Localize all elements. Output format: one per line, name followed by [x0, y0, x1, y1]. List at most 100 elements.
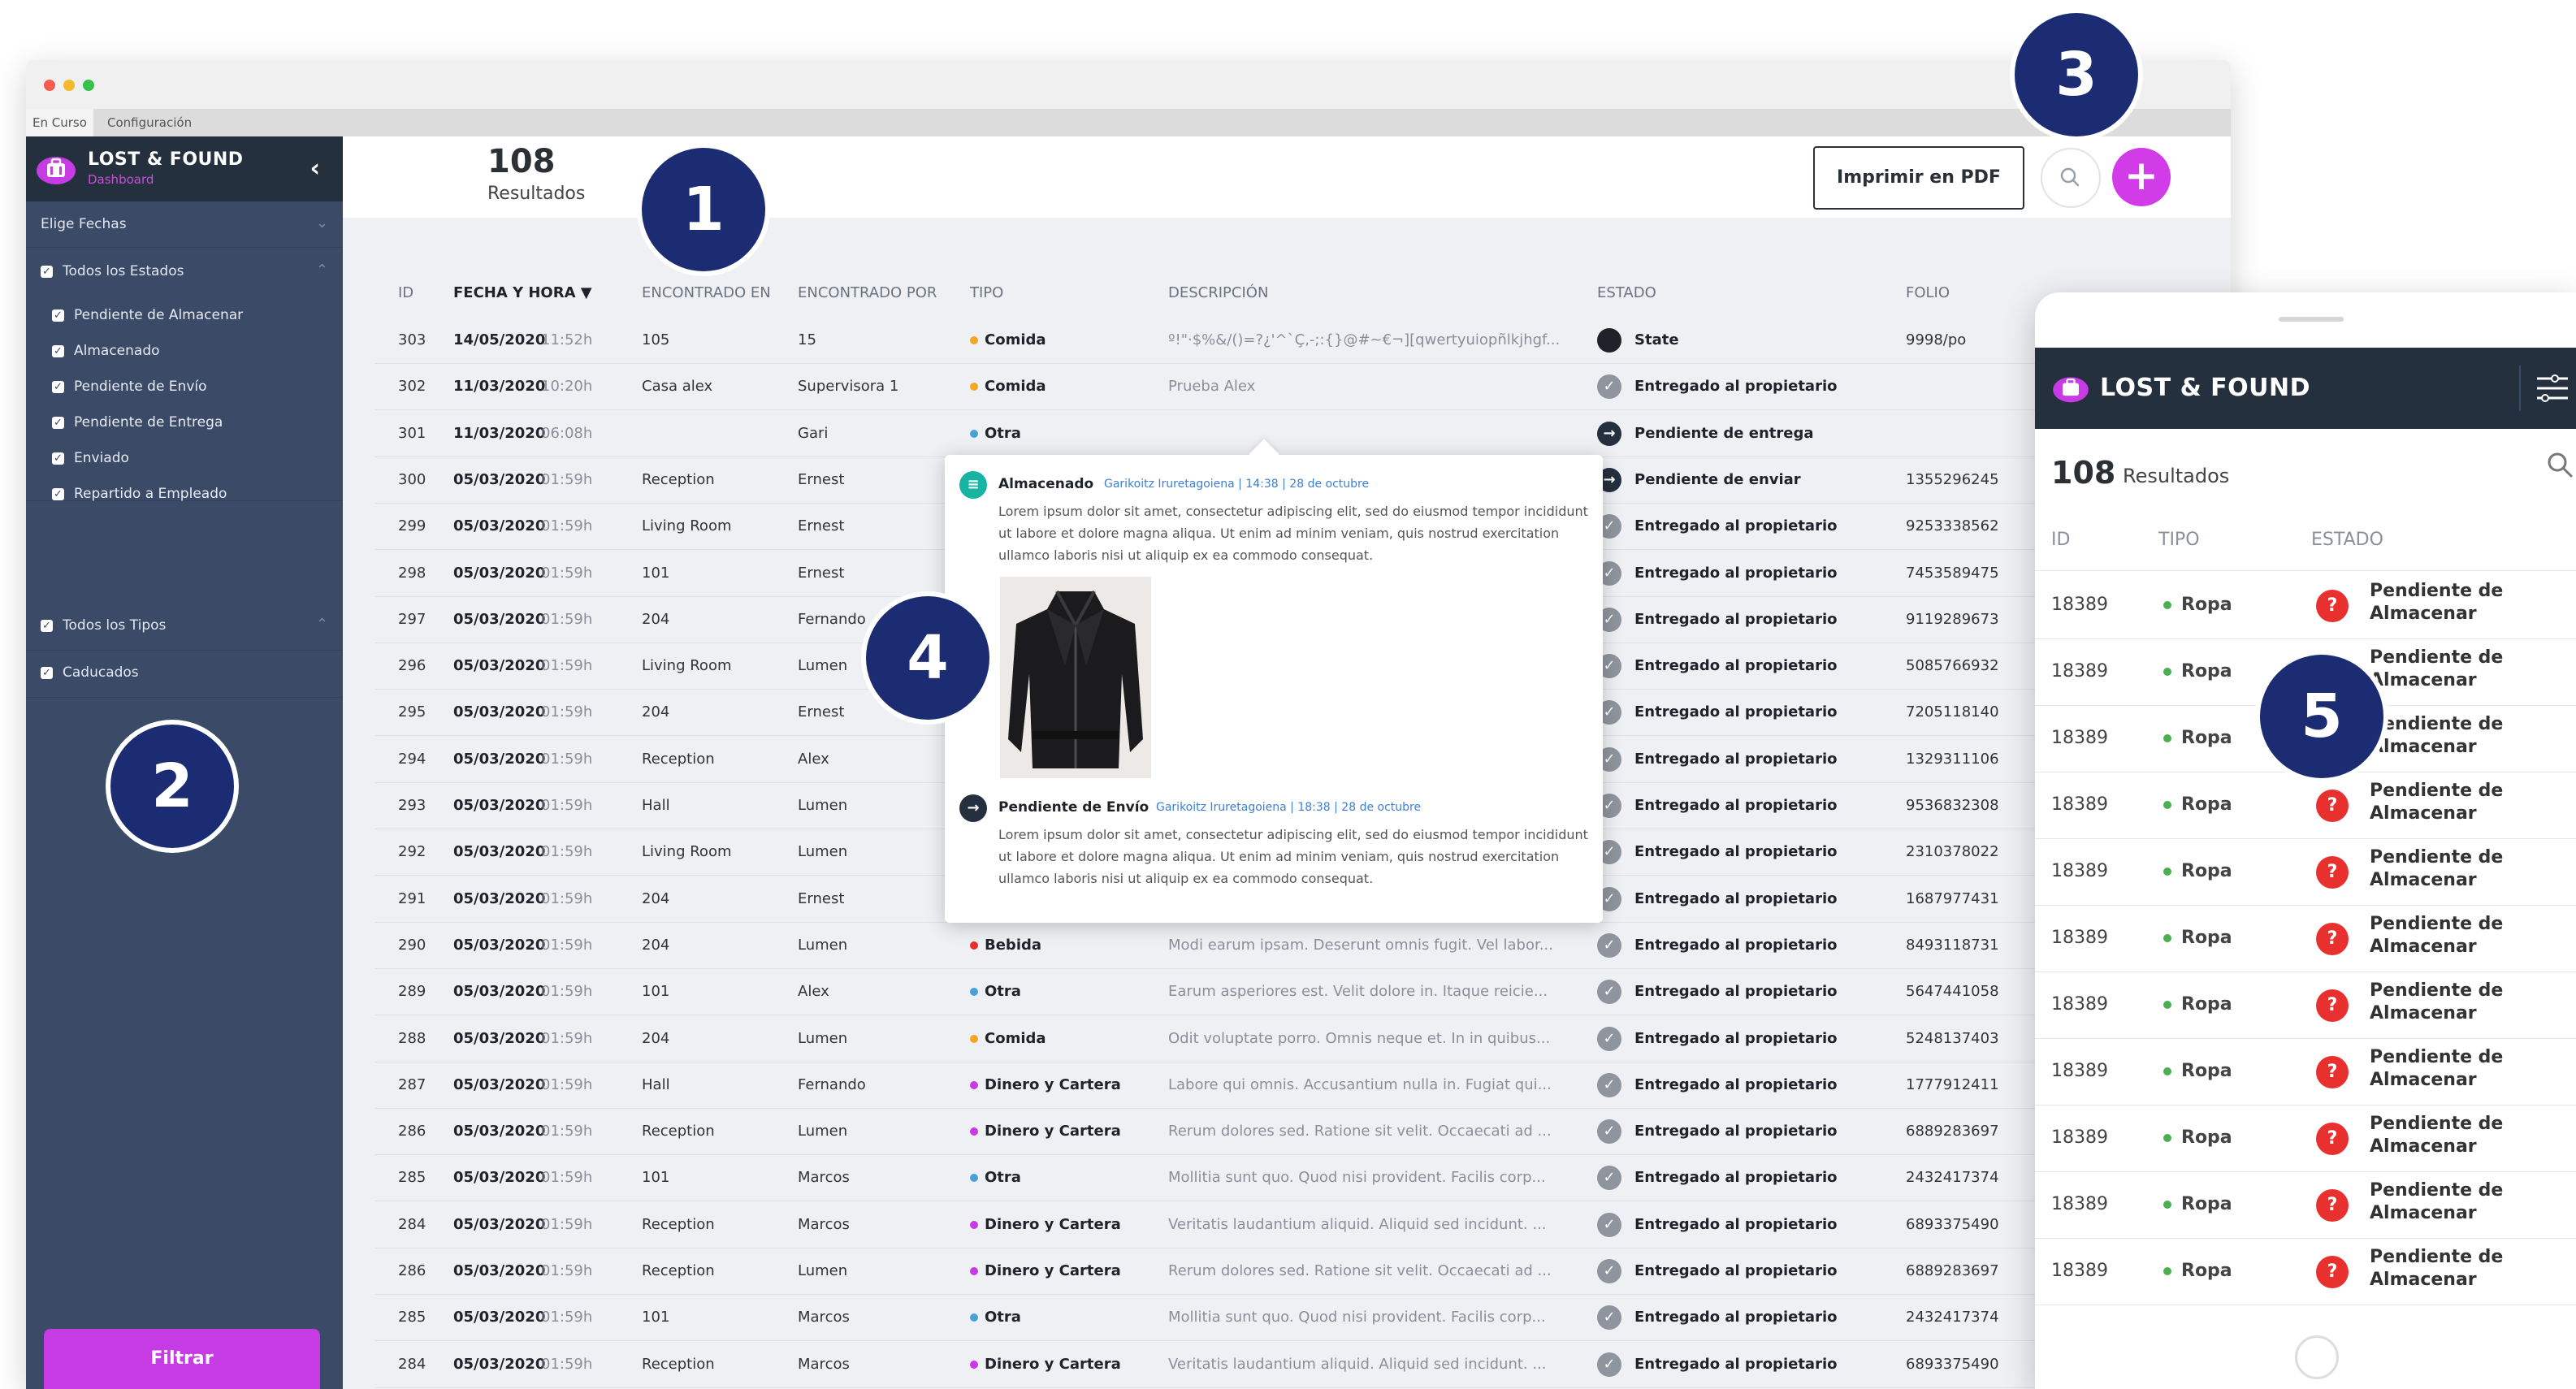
mobile-list-item[interactable]: 18389 Ropa? Pendiente de Almacenar — [2035, 905, 2576, 972]
state-option[interactable]: ✓ Pendiente de Envío — [52, 379, 207, 395]
cell-found-by: Fernando — [798, 1075, 866, 1093]
dates-filter[interactable]: Elige Fechas ⌄ — [26, 201, 343, 248]
table-row[interactable]: 288 05/03/2020 01:59h 204 Lumen Comida Odit vo… — [375, 1015, 2231, 1062]
state-option[interactable]: ✓ Enviado — [52, 450, 129, 466]
states-all-checkbox[interactable]: ✓ Todos los Estados — [41, 263, 184, 279]
table-row[interactable]: 287 05/03/2020 01:59h Hall Fernando Dinero y … — [375, 1062, 2231, 1109]
state-option[interactable]: ✓ Repartido a Empleado — [52, 486, 227, 502]
mobile-cell-type: Ropa — [2181, 928, 2232, 948]
column-header-id[interactable]: ID — [398, 284, 413, 301]
mobile-column-id[interactable]: ID — [2051, 530, 2070, 550]
cell-description: Prueba Alex — [1168, 378, 1256, 396]
table-row[interactable]: 286 05/03/2020 01:59h Reception Lumen Dinero … — [375, 1248, 2231, 1295]
close-window-button[interactable] — [44, 80, 55, 91]
table-row[interactable]: 285 05/03/2020 01:59h 101 Marcos Otra Mollitia… — [375, 1154, 2231, 1202]
cell-date: 11/03/2020 — [453, 378, 546, 396]
cell-folio: 6893375490 — [1906, 1215, 1999, 1233]
column-header-date[interactable]: FECHA Y HORA ▼ — [453, 284, 592, 301]
mobile-header: LOST & FOUND — [2035, 348, 2576, 429]
cell-id: 286 — [398, 1262, 426, 1279]
question-circle-icon: ? — [2316, 590, 2349, 622]
mobile-list-item[interactable]: 18389 Ropa? Pendiente de Almacenar — [2035, 1171, 2576, 1239]
chevron-up-icon[interactable]: ⌃ — [316, 616, 328, 633]
column-header-folio[interactable]: FOLIO — [1906, 284, 1950, 301]
state-option[interactable]: ✓ Pendiente de Almacenar — [52, 307, 243, 323]
column-header-state[interactable]: ESTADO — [1597, 284, 1656, 301]
filter-sliders-icon[interactable] — [2519, 366, 2568, 411]
mobile-list-item[interactable]: 18389 Ropa? Pendiente de Almacenar — [2035, 971, 2576, 1039]
column-header-found-in[interactable]: ENCONTRADO EN — [642, 284, 771, 301]
mobile-cell-state: Pendiente de Almacenar — [2370, 714, 2504, 757]
type-dot-icon — [2163, 868, 2171, 876]
cell-id: 284 — [398, 1215, 426, 1233]
state-option[interactable]: ✓ Pendiente de Entrega — [52, 414, 223, 431]
cell-folio: 9998/po — [1906, 331, 1967, 348]
state-option-label: Pendiente de Almacenar — [74, 307, 244, 323]
add-item-button[interactable]: + — [2112, 148, 2171, 206]
table-row[interactable]: 302 11/03/2020 10:20h Casa alex Supervisora … — [375, 363, 2231, 411]
cell-state: Entregado al propietario — [1634, 1029, 1838, 1047]
cell-type-label: Bebida — [985, 936, 1042, 954]
cell-state: Entregado al propietario — [1634, 1075, 1838, 1093]
cell-time: 01:59h — [541, 564, 593, 582]
mobile-cell-state: Pendiente de Almacenar — [2370, 1047, 2504, 1090]
cell-found-by: Lumen — [798, 936, 848, 954]
arrow-circle-icon: → — [1597, 421, 1621, 446]
mobile-list-item[interactable]: 18389 Ropa? Pendiente de Almacenar — [2035, 772, 2576, 839]
type-dot-icon — [970, 1313, 978, 1322]
mobile-list-item[interactable]: 18389 Ropa? Pendiente de Almacenar — [2035, 1105, 2576, 1172]
home-button[interactable] — [2295, 1335, 2339, 1379]
tab-configuracion[interactable]: Configuración — [101, 109, 198, 136]
cell-time: 01:59h — [541, 1262, 593, 1279]
mobile-list-item[interactable]: 18389 Ropa? Pendiente de Almacenar — [2035, 1038, 2576, 1106]
maximize-window-button[interactable] — [83, 80, 94, 91]
cell-state: Entregado al propietario — [1634, 517, 1838, 535]
mobile-list-item[interactable]: 18389 Ropa? Pendiente de Almacenar — [2035, 572, 2576, 639]
type-dot-icon — [2163, 1134, 2171, 1142]
table-row[interactable]: 289 05/03/2020 01:59h 101 Alex Otra Earum aspe… — [375, 968, 2231, 1016]
mobile-cell-id: 18389 — [2051, 928, 2108, 948]
mobile-column-type[interactable]: TIPO — [2158, 530, 2200, 550]
collapse-sidebar-icon[interactable]: ‹ — [310, 154, 320, 183]
mobile-column-state[interactable]: ESTADO — [2311, 530, 2383, 550]
cell-id: 285 — [398, 1309, 426, 1326]
checkbox-icon: ✓ — [41, 666, 53, 679]
type-dot-icon — [970, 429, 978, 438]
minimize-window-button[interactable] — [63, 80, 75, 91]
mobile-cell-state: Pendiente de Almacenar — [2370, 1247, 2504, 1290]
table-row[interactable]: 286 05/03/2020 01:59h Reception Lumen Dinero … — [375, 1108, 2231, 1156]
filter-button[interactable]: Filtrar — [44, 1329, 320, 1389]
mobile-cell-id: 18389 — [2051, 1127, 2108, 1148]
expired-checkbox[interactable]: ✓ Caducados — [41, 664, 139, 681]
chevron-up-icon[interactable]: ⌃ — [316, 262, 328, 279]
table-row[interactable]: 290 05/03/2020 01:59h 204 Lumen Bebida Modi ea… — [375, 922, 2231, 969]
cell-date: 05/03/2020 — [453, 1215, 546, 1233]
cell-state: Entregado al propietario — [1634, 1262, 1838, 1279]
table-row[interactable]: 285 05/03/2020 01:59h 101 Marcos Otra Mollitia… — [375, 1294, 2231, 1342]
cell-state: Entregado al propietario — [1634, 1355, 1838, 1373]
column-header-type[interactable]: TIPO — [970, 284, 1003, 301]
table-row[interactable]: 284 05/03/2020 01:59h Reception Marcos Dinero… — [375, 1341, 2231, 1388]
mobile-list-item[interactable]: 18389 Ropa? Pendiente de Almacenar — [2035, 838, 2576, 906]
search-icon[interactable] — [2545, 450, 2574, 479]
table-row[interactable]: 301 11/03/2020 06:08h Gari Otra → Pendiente de… — [375, 410, 2231, 457]
expired-filter[interactable]: ✓ Caducados — [26, 650, 343, 698]
column-header-found-by[interactable]: ENCONTRADO POR — [798, 284, 937, 301]
cell-found-in: Casa alex — [642, 378, 713, 396]
expired-label: Caducados — [63, 664, 139, 681]
table-row[interactable]: 284 05/03/2020 01:59h Reception Marcos Dinero… — [375, 1201, 2231, 1248]
table-row[interactable]: 303 14/05/2020 11:52h 105 15 Comida º!"·$%&/()… — [375, 317, 2231, 364]
cell-found-by: Gari — [798, 424, 829, 442]
type-dot-icon — [970, 1174, 978, 1183]
checkbox-icon: ✓ — [41, 265, 53, 278]
mobile-list-item[interactable]: 18389 Ropa? Pendiente de Almacenar — [2035, 1238, 2576, 1305]
types-all-checkbox[interactable]: ✓ Todos los Tipos — [41, 617, 166, 634]
item-photo[interactable] — [1000, 577, 1151, 778]
search-button[interactable] — [2041, 148, 2101, 208]
column-header-description[interactable]: DESCRIPCIÓN — [1168, 284, 1268, 301]
types-filter[interactable]: ✓ Todos los Tipos ⌃ — [26, 603, 343, 651]
tab-en-curso[interactable]: En Curso — [26, 109, 93, 136]
state-option[interactable]: ✓ Almacenado — [52, 343, 160, 359]
print-pdf-button[interactable]: Imprimir en PDF — [1813, 146, 2024, 210]
cell-folio: 6889283697 — [1906, 1123, 1999, 1140]
